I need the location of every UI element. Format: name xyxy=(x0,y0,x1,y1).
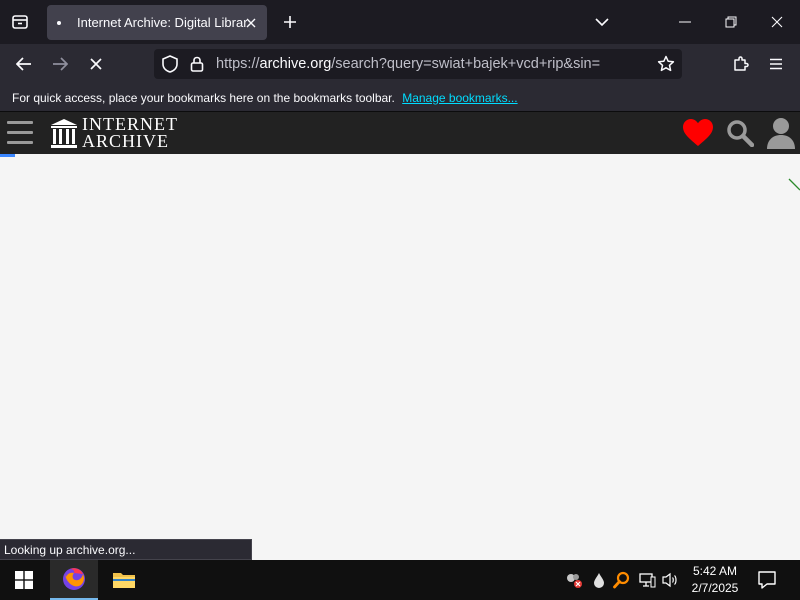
page-loading-bar xyxy=(0,154,15,157)
arrow-left-icon xyxy=(16,57,31,71)
heart-icon[interactable] xyxy=(682,118,714,148)
taskbar-file-explorer[interactable] xyxy=(100,560,148,600)
forward-button[interactable] xyxy=(46,50,74,78)
close-icon xyxy=(246,18,256,28)
bookmarks-toolbar: For quick access, place your bookmarks h… xyxy=(0,84,800,112)
chevron-down-icon xyxy=(595,18,609,27)
close-icon xyxy=(90,58,102,70)
start-button[interactable] xyxy=(0,560,48,600)
archive-building-icon xyxy=(51,119,77,148)
navigation-toolbar: https://archive.org/search?query=swiat+b… xyxy=(0,44,800,84)
tab-internet-archive[interactable]: Internet Archive: Digital Library xyxy=(47,5,267,40)
search-icon[interactable] xyxy=(726,119,755,148)
clock-time: 5:42 AM xyxy=(692,564,738,578)
close-window-button[interactable] xyxy=(754,0,800,44)
clock-date: 2/7/2025 xyxy=(691,581,739,595)
logo-line2: ARCHIVE xyxy=(82,131,169,151)
star-icon[interactable] xyxy=(656,54,676,74)
restore-button[interactable] xyxy=(708,0,754,44)
minimize-button[interactable] xyxy=(662,0,708,44)
list-all-tabs-button[interactable] xyxy=(590,10,614,34)
network-icon[interactable] xyxy=(637,570,657,590)
taskbar: 5:42 AM 2/7/2025 xyxy=(0,560,800,600)
notification-center-icon[interactable] xyxy=(754,568,780,592)
menu-icon xyxy=(770,58,782,70)
tab-close-button[interactable] xyxy=(241,13,261,33)
plus-icon xyxy=(284,16,296,28)
url-scheme: https:// xyxy=(216,56,260,72)
manage-bookmarks-link[interactable]: Manage bookmarks... xyxy=(402,91,517,105)
minimize-icon xyxy=(679,21,691,23)
folder-icon xyxy=(113,573,135,588)
firefox-view-icon xyxy=(12,15,28,29)
tab-title: Internet Archive: Digital Library xyxy=(77,15,247,30)
system-clock[interactable]: 5:42 AM 2/7/2025 xyxy=(684,563,746,597)
shield-icon[interactable] xyxy=(160,54,180,74)
tab-strip: Internet Archive: Digital Library xyxy=(0,0,800,44)
network-error-icon[interactable] xyxy=(564,570,584,590)
url-text: https://archive.org/search?query=swiat+b… xyxy=(216,56,636,72)
app-menu-button[interactable] xyxy=(762,50,790,78)
volume-icon[interactable] xyxy=(660,570,680,590)
restore-icon xyxy=(725,16,737,28)
site-header: INTERNET ARCHIVE xyxy=(0,112,800,154)
hamburger-menu-icon[interactable] xyxy=(7,121,33,145)
status-panel: Looking up archive.org... xyxy=(0,539,252,560)
bookmarks-hint: For quick access, place your bookmarks h… xyxy=(12,91,395,105)
firefox-view-button[interactable] xyxy=(6,8,34,36)
stop-loading-button[interactable] xyxy=(82,50,110,78)
droplet-icon[interactable] xyxy=(589,570,609,590)
lock-icon[interactable] xyxy=(187,54,207,74)
tab-loading-indicator xyxy=(57,20,61,25)
puzzle-icon xyxy=(734,56,749,71)
taskbar-firefox[interactable] xyxy=(50,560,98,600)
extensions-button[interactable] xyxy=(727,50,755,78)
firefox-icon xyxy=(63,568,85,590)
search-tray-icon[interactable] xyxy=(612,570,632,590)
new-tab-button[interactable] xyxy=(278,10,302,34)
green-mark-icon xyxy=(788,178,800,191)
back-button[interactable] xyxy=(10,50,38,78)
url-path: /search?query=swiat+bajek+vcd+rip&sin= xyxy=(331,56,601,72)
windows-icon xyxy=(15,571,33,589)
arrow-right-icon xyxy=(53,57,68,71)
address-bar[interactable]: https://archive.org/search?query=swiat+b… xyxy=(154,49,682,79)
logo-text: INTERNET ARCHIVE xyxy=(82,115,178,151)
user-icon[interactable] xyxy=(766,117,796,149)
page-content xyxy=(0,154,800,560)
internet-archive-logo[interactable]: INTERNET ARCHIVE xyxy=(50,115,180,152)
url-host: archive.org xyxy=(259,56,332,72)
close-icon xyxy=(771,16,783,28)
